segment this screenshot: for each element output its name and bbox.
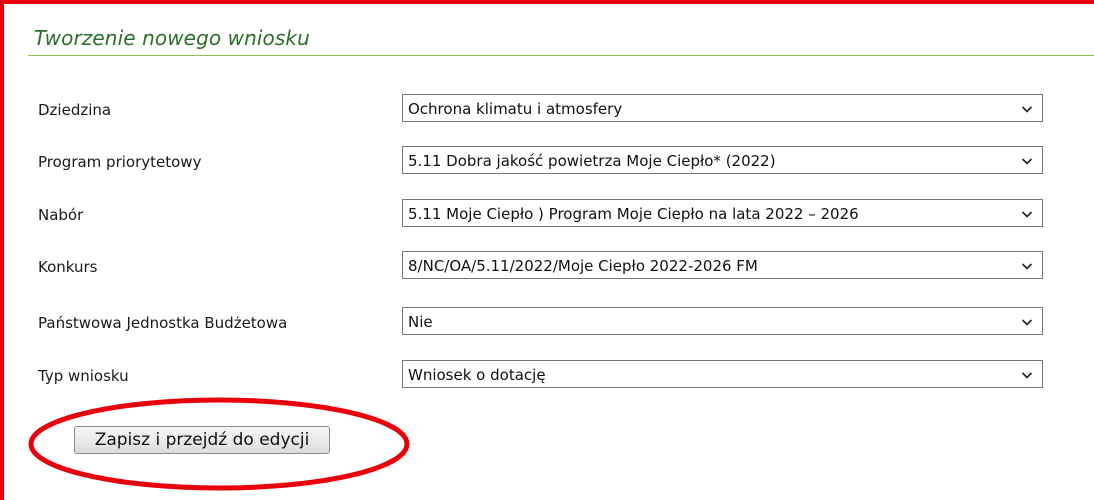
chevron-down-icon xyxy=(1021,372,1033,379)
konkurs-select[interactable]: 8/NC/OA/5.11/2022/Moje Ciepło 2022-2026 … xyxy=(402,251,1043,279)
form-row-program: Program priorytetowy 5.11 Dobra jakość p… xyxy=(0,146,1094,176)
konkurs-value: 8/NC/OA/5.11/2022/Moje Ciepło 2022-2026 … xyxy=(408,257,758,275)
typ-wniosku-select[interactable]: Wniosek o dotację xyxy=(402,360,1043,388)
application-form-screen: Tworzenie nowego wniosku Dziedzina Ochro… xyxy=(0,0,1094,500)
form-row-nabor: Nabór 5.11 Moje Ciepło ) Program Moje Ci… xyxy=(0,199,1094,229)
form-row-pjb: Państwowa Jednostka Budżetowa Nie xyxy=(0,307,1094,337)
page-title: Tworzenie nowego wniosku xyxy=(34,26,310,50)
form-row-dziedzina: Dziedzina Ochrona klimatu i atmosfery xyxy=(0,94,1094,124)
konkurs-label: Konkurs xyxy=(38,258,98,276)
chevron-down-icon xyxy=(1021,319,1033,326)
program-label: Program priorytetowy xyxy=(38,153,202,171)
pjb-select[interactable]: Nie xyxy=(402,307,1043,335)
program-value: 5.11 Dobra jakość powietrza Moje Ciepło*… xyxy=(408,152,776,170)
chevron-down-icon xyxy=(1021,158,1033,165)
pjb-value: Nie xyxy=(408,313,433,331)
form-row-typ-wniosku: Typ wniosku Wniosek o dotację xyxy=(0,360,1094,390)
chevron-down-icon xyxy=(1021,106,1033,113)
typ-wniosku-label: Typ wniosku xyxy=(38,367,129,385)
pjb-label: Państwowa Jednostka Budżetowa xyxy=(38,314,288,332)
nabor-label: Nabór xyxy=(38,206,84,224)
title-divider xyxy=(28,55,1094,56)
save-and-edit-button[interactable]: Zapisz i przejdź do edycji xyxy=(74,426,330,454)
red-annotation-frame xyxy=(0,0,1094,500)
nabor-select[interactable]: 5.11 Moje Ciepło ) Program Moje Ciepło n… xyxy=(402,199,1043,227)
typ-wniosku-value: Wniosek o dotację xyxy=(408,366,546,384)
chevron-down-icon xyxy=(1021,211,1033,218)
nabor-value: 5.11 Moje Ciepło ) Program Moje Ciepło n… xyxy=(408,205,859,223)
dziedzina-select[interactable]: Ochrona klimatu i atmosfery xyxy=(402,94,1043,122)
dziedzina-value: Ochrona klimatu i atmosfery xyxy=(408,100,623,118)
form-row-konkurs: Konkurs 8/NC/OA/5.11/2022/Moje Ciepło 20… xyxy=(0,251,1094,281)
dziedzina-label: Dziedzina xyxy=(38,101,112,119)
program-select[interactable]: 5.11 Dobra jakość powietrza Moje Ciepło*… xyxy=(402,146,1043,174)
chevron-down-icon xyxy=(1021,263,1033,270)
